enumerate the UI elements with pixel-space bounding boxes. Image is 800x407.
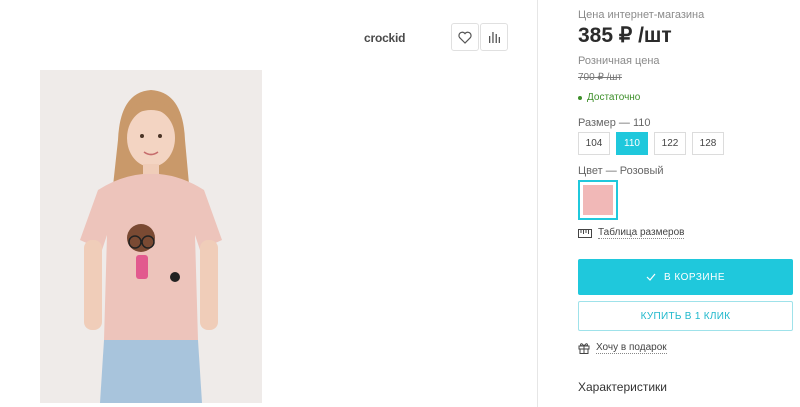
bar-chart-icon xyxy=(489,32,500,43)
current-price: 385 ₽ /шт xyxy=(578,24,672,47)
stock-status: Достаточно xyxy=(578,92,640,103)
gift-link[interactable]: Хочу в подарок xyxy=(578,342,667,354)
size-option[interactable]: 128 xyxy=(692,132,724,155)
online-price-label: Цена интернет-магазина xyxy=(578,9,705,21)
color-label: Цвет — Розовый xyxy=(578,165,664,177)
size-label: Размер — 110 xyxy=(578,117,651,129)
check-icon xyxy=(646,273,656,281)
retail-price-label: Розничная цена xyxy=(578,55,660,67)
heart-icon xyxy=(458,31,472,44)
size-option-selected[interactable]: 110 xyxy=(616,132,648,155)
buy-one-click-button[interactable]: КУПИТЬ В 1 КЛИК xyxy=(578,301,793,331)
product-gallery: crockid xyxy=(0,0,537,407)
gift-icon xyxy=(578,343,590,354)
color-swatch-pink[interactable] xyxy=(578,180,618,220)
size-table-link[interactable]: Таблица размеров xyxy=(578,227,685,239)
product-image xyxy=(40,70,262,403)
size-selector: 104 110 122 128 xyxy=(578,132,724,155)
selected-color: Розовый xyxy=(619,165,664,177)
in-cart-button[interactable]: В КОРЗИНЕ xyxy=(578,259,793,295)
selected-size: 110 xyxy=(632,117,651,129)
size-option[interactable]: 104 xyxy=(578,132,610,155)
compare-button[interactable] xyxy=(480,23,508,51)
ruler-icon xyxy=(578,228,592,238)
size-option[interactable]: 122 xyxy=(654,132,686,155)
panel-divider xyxy=(537,0,538,407)
favorite-button[interactable] xyxy=(451,23,479,51)
stock-text: Достаточно xyxy=(587,92,641,103)
product-photo[interactable] xyxy=(40,70,262,403)
characteristics-heading[interactable]: Характеристики xyxy=(578,380,667,394)
old-price: 700 ₽ /шт xyxy=(578,72,622,83)
swatch-fill xyxy=(583,185,613,215)
stock-dot-icon xyxy=(578,95,582,100)
brand-logo[interactable]: crockid xyxy=(364,31,405,45)
